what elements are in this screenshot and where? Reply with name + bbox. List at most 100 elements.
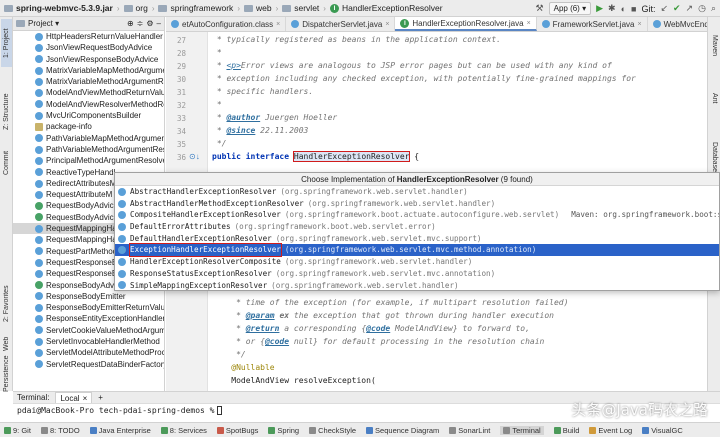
tool-window-button[interactable]: Build [553,426,579,435]
implementation-item[interactable]: SimpleMappingExceptionResolver (org.sprin… [115,280,719,291]
search-icon[interactable]: ⌕ [711,3,716,14]
tree-item[interactable]: ModelAndViewResolverMethodRetu [13,99,164,110]
breadcrumb-interface[interactable]: I HandlerExceptionResolver [326,3,447,13]
history-icon[interactable]: ◷ [698,3,706,14]
git-push-icon[interactable]: ↗ [686,3,694,14]
close-tab-icon[interactable]: × [385,21,389,28]
stop-icon[interactable]: ■ [631,4,636,14]
editor-tab[interactable]: etAutoConfiguration.class × [166,17,287,31]
class-icon [118,257,126,266]
implementation-item[interactable]: ResponseStatusExceptionResolver (org.spri… [115,268,719,280]
tool-tab-maven[interactable]: Maven [709,31,720,61]
tool-window-button[interactable]: 8: TODO [40,425,80,435]
tool-tab-web[interactable]: Web [1,333,12,355]
tree-item[interactable]: ResponseBodyEmitter [13,291,164,302]
tool-window-button[interactable]: SonarLint [449,426,490,435]
tree-item[interactable]: ResponseEntityExceptionHandler [13,313,164,324]
breadcrumb-org[interactable]: org [120,3,152,13]
tree-item[interactable]: MvcUriComponentsBuilder [13,110,164,121]
breadcrumb-springframework[interactable]: springframework [154,3,237,13]
run-configuration-select[interactable]: App (6) ▾ [548,2,592,15]
tree-item[interactable]: ServletRequestDataBinderFactory [13,359,164,370]
tool-tab-favorites[interactable]: 2: Favorites [1,279,12,329]
implementation-item[interactable]: AbstractHandlerMethodExceptionResolver (o… [115,198,719,210]
build-hammer-icon[interactable]: ⚒ [536,3,544,14]
tree-item[interactable]: JsonViewRequestBodyAdvice [13,42,164,53]
tree-item-label: JsonViewResponseBodyAdvice [46,54,159,64]
tree-item[interactable]: ResponseBodyEmitterReturnValueH [13,302,164,313]
tool-window-label: Java Enterprise [98,425,151,435]
implementation-item[interactable]: ExceptionHandlerExceptionResolver (org.sp… [115,243,719,258]
line-number: 30 [176,75,186,84]
breadcrumb-jar[interactable]: spring-webmvc-5.3.9.jar [0,3,117,13]
git-commit-icon[interactable]: ✔ [673,3,681,14]
hide-icon[interactable]: – [157,19,161,28]
collapse-icon[interactable]: ≑ [137,19,144,28]
implementation-item[interactable]: HandlerExceptionResolverComposite (org.sp… [115,256,719,268]
debug-icon[interactable]: ✱ [608,3,616,14]
git-update-icon[interactable]: ↙ [660,3,668,14]
implementation-item[interactable]: DefaultErrorAttributes (org.springframewo… [115,221,719,233]
tool-tab-ant[interactable]: Ant [709,87,720,109]
tool-window-button[interactable]: SpotBugs [216,426,258,435]
tool-window-button[interactable]: CheckStyle [309,426,356,435]
coverage-icon[interactable]: ◐ [621,4,626,14]
tool-tab-structure[interactable]: Z: Structure [1,87,12,137]
tree-item[interactable]: ModelAndViewMethodReturnValue [13,87,164,98]
editor-tab[interactable]: FrameworkServlet.java × [537,17,648,31]
tree-item[interactable]: JsonViewResponseBodyAdvice [13,54,164,65]
tool-window-button[interactable]: Terminal [500,425,544,435]
tree-item[interactable]: PrincipalMethodArgumentResolve [13,155,164,166]
tree-item-label: RequestMappingHa [46,224,117,234]
project-panel-title[interactable]: Project ▾ [28,19,124,28]
run-icon[interactable]: ▶ [596,3,603,14]
tree-item[interactable]: ServletModelAttributeMethodProce [13,347,164,358]
breadcrumb-servlet[interactable]: servlet [278,3,323,13]
tool-window-button[interactable]: Event Log [589,426,632,435]
tree-item-label: PathVariableMapMethodArgumentR [46,133,165,143]
tool-window-label: SonarLint [458,425,491,435]
tool-window-label: 8: TODO [49,425,80,435]
implementations-gutter-icon[interactable]: ⊙↓ [189,152,200,161]
locate-icon[interactable]: ⊕ [127,19,134,28]
terminal-tab-local[interactable]: Local × [55,392,93,404]
add-terminal-icon[interactable]: + [98,393,103,402]
tool-window-icon [4,426,11,434]
implementation-class-name: AbstractHandlerExceptionResolver [130,187,277,196]
close-icon[interactable]: × [83,393,88,404]
implementation-item[interactable]: DefaultHandlerExceptionResolver (org.spri… [115,233,719,245]
tree-item[interactable]: PathVariableMapMethodArgumentR [13,133,164,144]
tool-window-button[interactable]: 8: Services [160,426,207,435]
implementation-item[interactable]: AbstractHandlerExceptionResolver (org.spr… [115,186,719,198]
tool-window-button[interactable]: Spring [268,426,299,435]
tree-item[interactable]: ServletInvocableHandlerMethod [13,336,164,347]
tool-window-button[interactable]: VisualGC [642,426,683,435]
tool-window-label: CheckStyle [318,425,357,435]
breadcrumb-web[interactable]: web [240,3,276,13]
tree-item[interactable]: HttpHeadersReturnValueHandler [13,31,164,42]
editor-tab[interactable]: I HandlerExceptionResolver.java × [395,17,537,31]
close-tab-icon[interactable]: × [276,21,280,28]
tree-item[interactable]: package-info [13,121,164,132]
tree-item[interactable]: PathVariableMethodArgumentReso [13,144,164,155]
tool-tab-commit[interactable]: Commit [1,145,12,181]
interface-name-highlight[interactable]: HandlerExceptionResolver [292,151,411,162]
close-tab-icon[interactable]: × [637,21,641,28]
code-line: */ [212,350,246,359]
implementation-item[interactable]: CompositeHandlerExceptionResolver (org.sp… [115,209,719,221]
tree-item[interactable]: ServletCookieValueMethodArgume [13,325,164,336]
tool-window-button[interactable]: Java Enterprise [89,425,151,435]
implementation-class-name: DefaultHandlerExceptionResolver [130,233,272,243]
tree-item[interactable]: MatrixVariableMapMethodArgume [13,65,164,76]
tool-tab-persistence[interactable]: Persistence [1,356,12,393]
tool-window-button[interactable]: Sequence Diagram [366,426,439,435]
class-icon [291,20,300,28]
settings-gear-icon[interactable]: ⚙ [146,19,153,28]
tool-window-button[interactable]: 9: Git [4,426,31,435]
editor-tab[interactable]: DispatcherServlet.java × [286,17,396,31]
close-tab-icon[interactable]: × [527,20,531,27]
tree-item[interactable]: MatrixVariableMethodArgumentRe [13,76,164,87]
tool-tab-project[interactable]: 1: Project [1,19,12,67]
editor-tab[interactable]: WebMvcEndpointChildConte× [648,17,707,31]
implementation-class-name: HandlerExceptionResolverComposite [130,257,281,267]
